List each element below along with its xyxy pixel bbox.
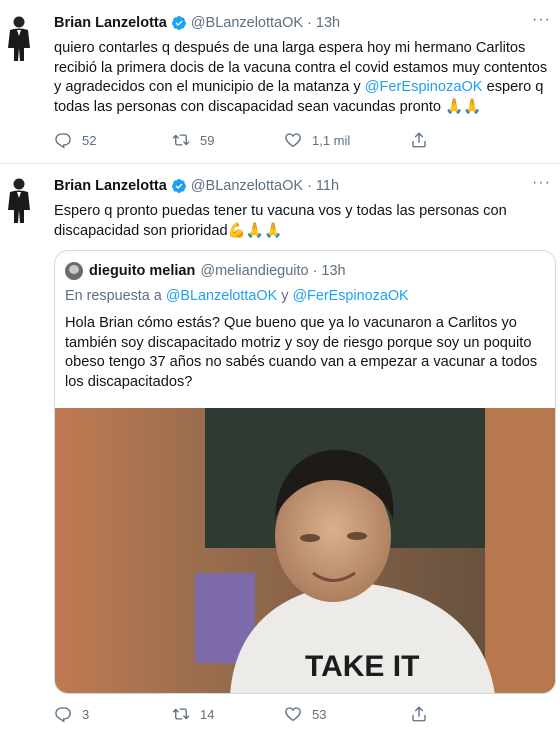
retweet-icon <box>172 708 190 720</box>
more-dots-icon[interactable]: ··· <box>532 175 550 195</box>
verified-badge-icon <box>171 16 186 30</box>
emoji: 🙏🙏 <box>445 98 482 115</box>
retweet-count: 14 <box>200 706 215 722</box>
avatar[interactable] <box>4 14 34 62</box>
reply-context: En respuesta a @BLanzelottaOK y @FerEspi… <box>65 288 409 304</box>
tweet-actions: 3 14 53 <box>54 704 494 724</box>
tweet-actions: 52 59 1,1 mil <box>54 130 494 150</box>
like-button[interactable]: 53 <box>284 705 410 723</box>
retweet-button[interactable]: 59 <box>172 131 284 149</box>
share-icon <box>412 132 426 148</box>
reply-count: 52 <box>82 132 97 148</box>
reply-button[interactable]: 3 <box>54 705 172 723</box>
like-button[interactable]: 1,1 mil <box>284 131 410 149</box>
user-handle[interactable]: @BLanzelottaOK <box>191 178 303 194</box>
heart-icon <box>285 707 301 722</box>
emoji: 💪🙏🙏 <box>227 222 283 239</box>
tweet-1[interactable]: Brian Lanzelotta @BLanzelottaOK · 13h ··… <box>0 0 560 164</box>
mention-link[interactable]: @FerEspinozaOK <box>365 79 483 95</box>
tweet-2[interactable]: Brian Lanzelotta @BLanzelottaOK · 11h ··… <box>0 164 560 729</box>
share-icon <box>412 706 426 722</box>
quoted-tweet-text: Hola Brian cómo estás? Que bueno que ya … <box>65 315 538 390</box>
separator-dot: · <box>307 15 312 31</box>
timestamp: 13h <box>321 263 346 279</box>
timestamp[interactable]: 13h <box>316 15 340 31</box>
like-count: 1,1 mil <box>312 132 351 148</box>
reply-count: 3 <box>82 706 90 722</box>
avatar <box>65 262 83 280</box>
user-handle[interactable]: @BLanzelottaOK <box>191 15 303 31</box>
separator-dot: · <box>307 178 312 194</box>
tweet-header: Brian Lanzelotta @BLanzelottaOK · 11h <box>54 176 339 196</box>
user-handle: @meliandieguito <box>200 263 309 279</box>
avatar[interactable] <box>4 176 34 224</box>
tweet-text: quiero contarles q después de una larga … <box>54 39 554 117</box>
share-button[interactable] <box>410 705 440 723</box>
retweet-icon <box>172 134 190 146</box>
quoted-tweet-photo[interactable]: TAKE IT <box>55 408 556 694</box>
like-count: 53 <box>312 706 327 722</box>
mention-link[interactable]: @FerEspinozaOK <box>292 288 408 304</box>
shirt-text: TAKE IT <box>305 650 419 683</box>
tweet-header: Brian Lanzelotta @BLanzelottaOK · 13h <box>54 13 340 33</box>
display-name[interactable]: Brian Lanzelotta <box>54 178 167 194</box>
display-name[interactable]: Brian Lanzelotta <box>54 15 167 31</box>
mention-link[interactable]: @BLanzelottaOK <box>166 288 277 304</box>
separator-dot: · <box>312 263 318 279</box>
quoted-tweet-header: dieguito melian @meliandieguito · 13h <box>65 262 346 280</box>
tweet-text: Espero q pronto puedas tener tu vacuna v… <box>54 202 554 241</box>
retweet-button[interactable]: 14 <box>172 705 284 723</box>
reply-joiner: y <box>277 288 293 304</box>
display-name: dieguito melian <box>89 263 196 279</box>
reply-button[interactable]: 52 <box>54 131 172 149</box>
quoted-tweet[interactable]: dieguito melian @meliandieguito · 13h En… <box>54 250 556 694</box>
reply-icon <box>55 707 71 723</box>
retweet-count: 59 <box>200 132 215 148</box>
more-dots-icon[interactable]: ··· <box>532 12 550 32</box>
reply-icon <box>55 133 71 149</box>
share-button[interactable] <box>410 131 440 149</box>
heart-icon <box>285 133 301 148</box>
verified-badge-icon <box>171 179 186 193</box>
timestamp[interactable]: 11h <box>316 178 339 194</box>
reply-prefix: En respuesta a <box>65 288 166 304</box>
